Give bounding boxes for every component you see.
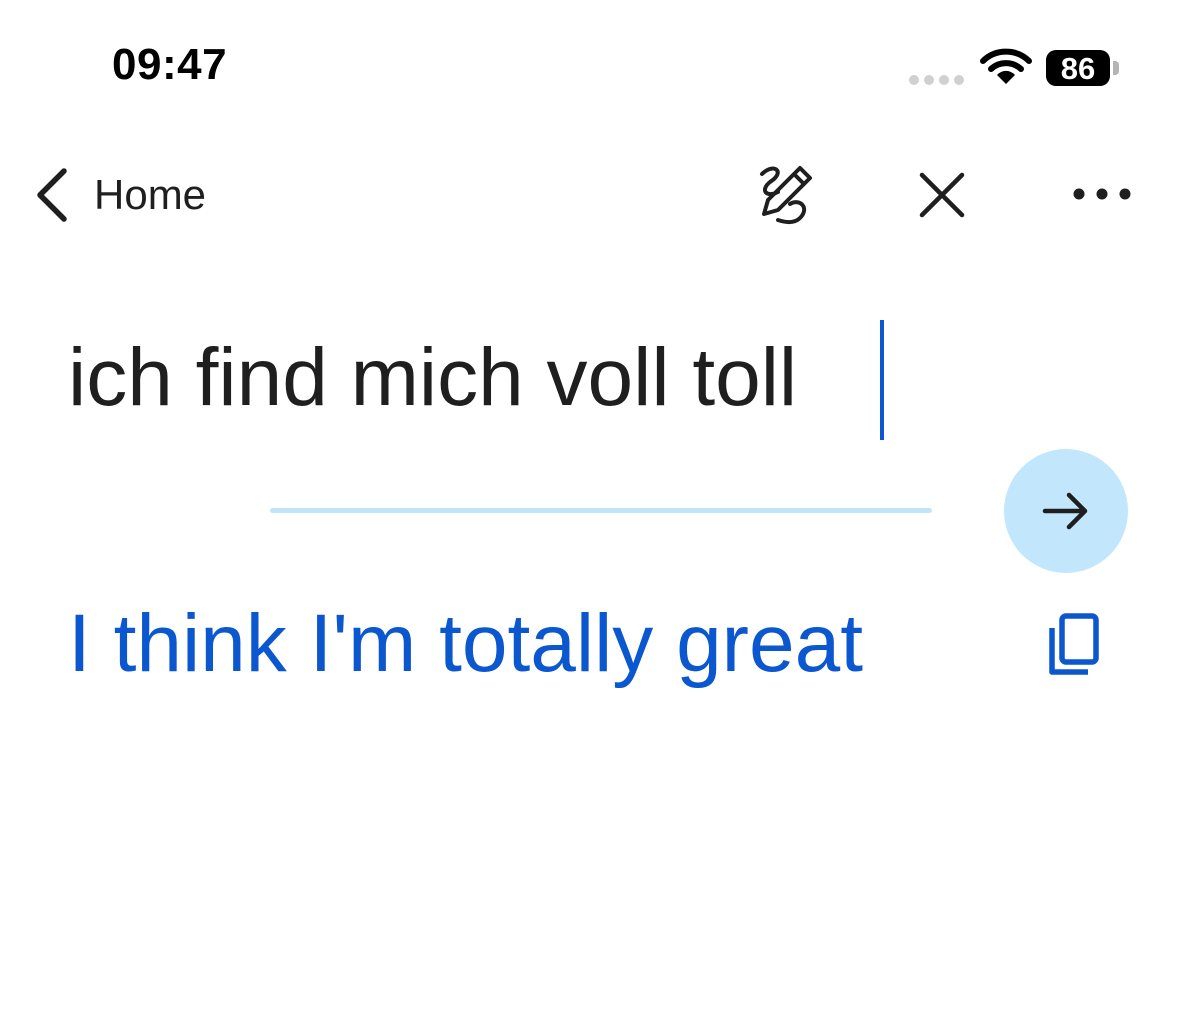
source-text-input[interactable]: ich find mich voll toll — [68, 330, 797, 426]
more-horizontal-icon[interactable] — [1066, 172, 1140, 216]
back-label: Home — [94, 171, 207, 218]
status-time: 09:47 — [112, 40, 228, 89]
chevron-left-icon — [37, 168, 67, 222]
text-caret — [880, 320, 884, 440]
back-button[interactable]: Home — [30, 160, 206, 230]
translate-button[interactable] — [1004, 449, 1128, 573]
arrow-right-icon — [1042, 492, 1088, 530]
translation-text: I think I'm totally great — [68, 598, 863, 689]
wifi-icon — [980, 48, 1032, 84]
handwriting-icon[interactable] — [748, 160, 822, 230]
close-icon[interactable] — [910, 163, 974, 227]
copy-icon[interactable] — [1040, 608, 1104, 680]
battery-icon: 86 — [1046, 50, 1128, 88]
divider — [270, 508, 932, 513]
translate-screen: 09:47 86 Home ich find mich voll toll I … — [0, 0, 1200, 1031]
battery-level: 86 — [1060, 51, 1096, 86]
signal-dots-icon — [909, 75, 964, 85]
